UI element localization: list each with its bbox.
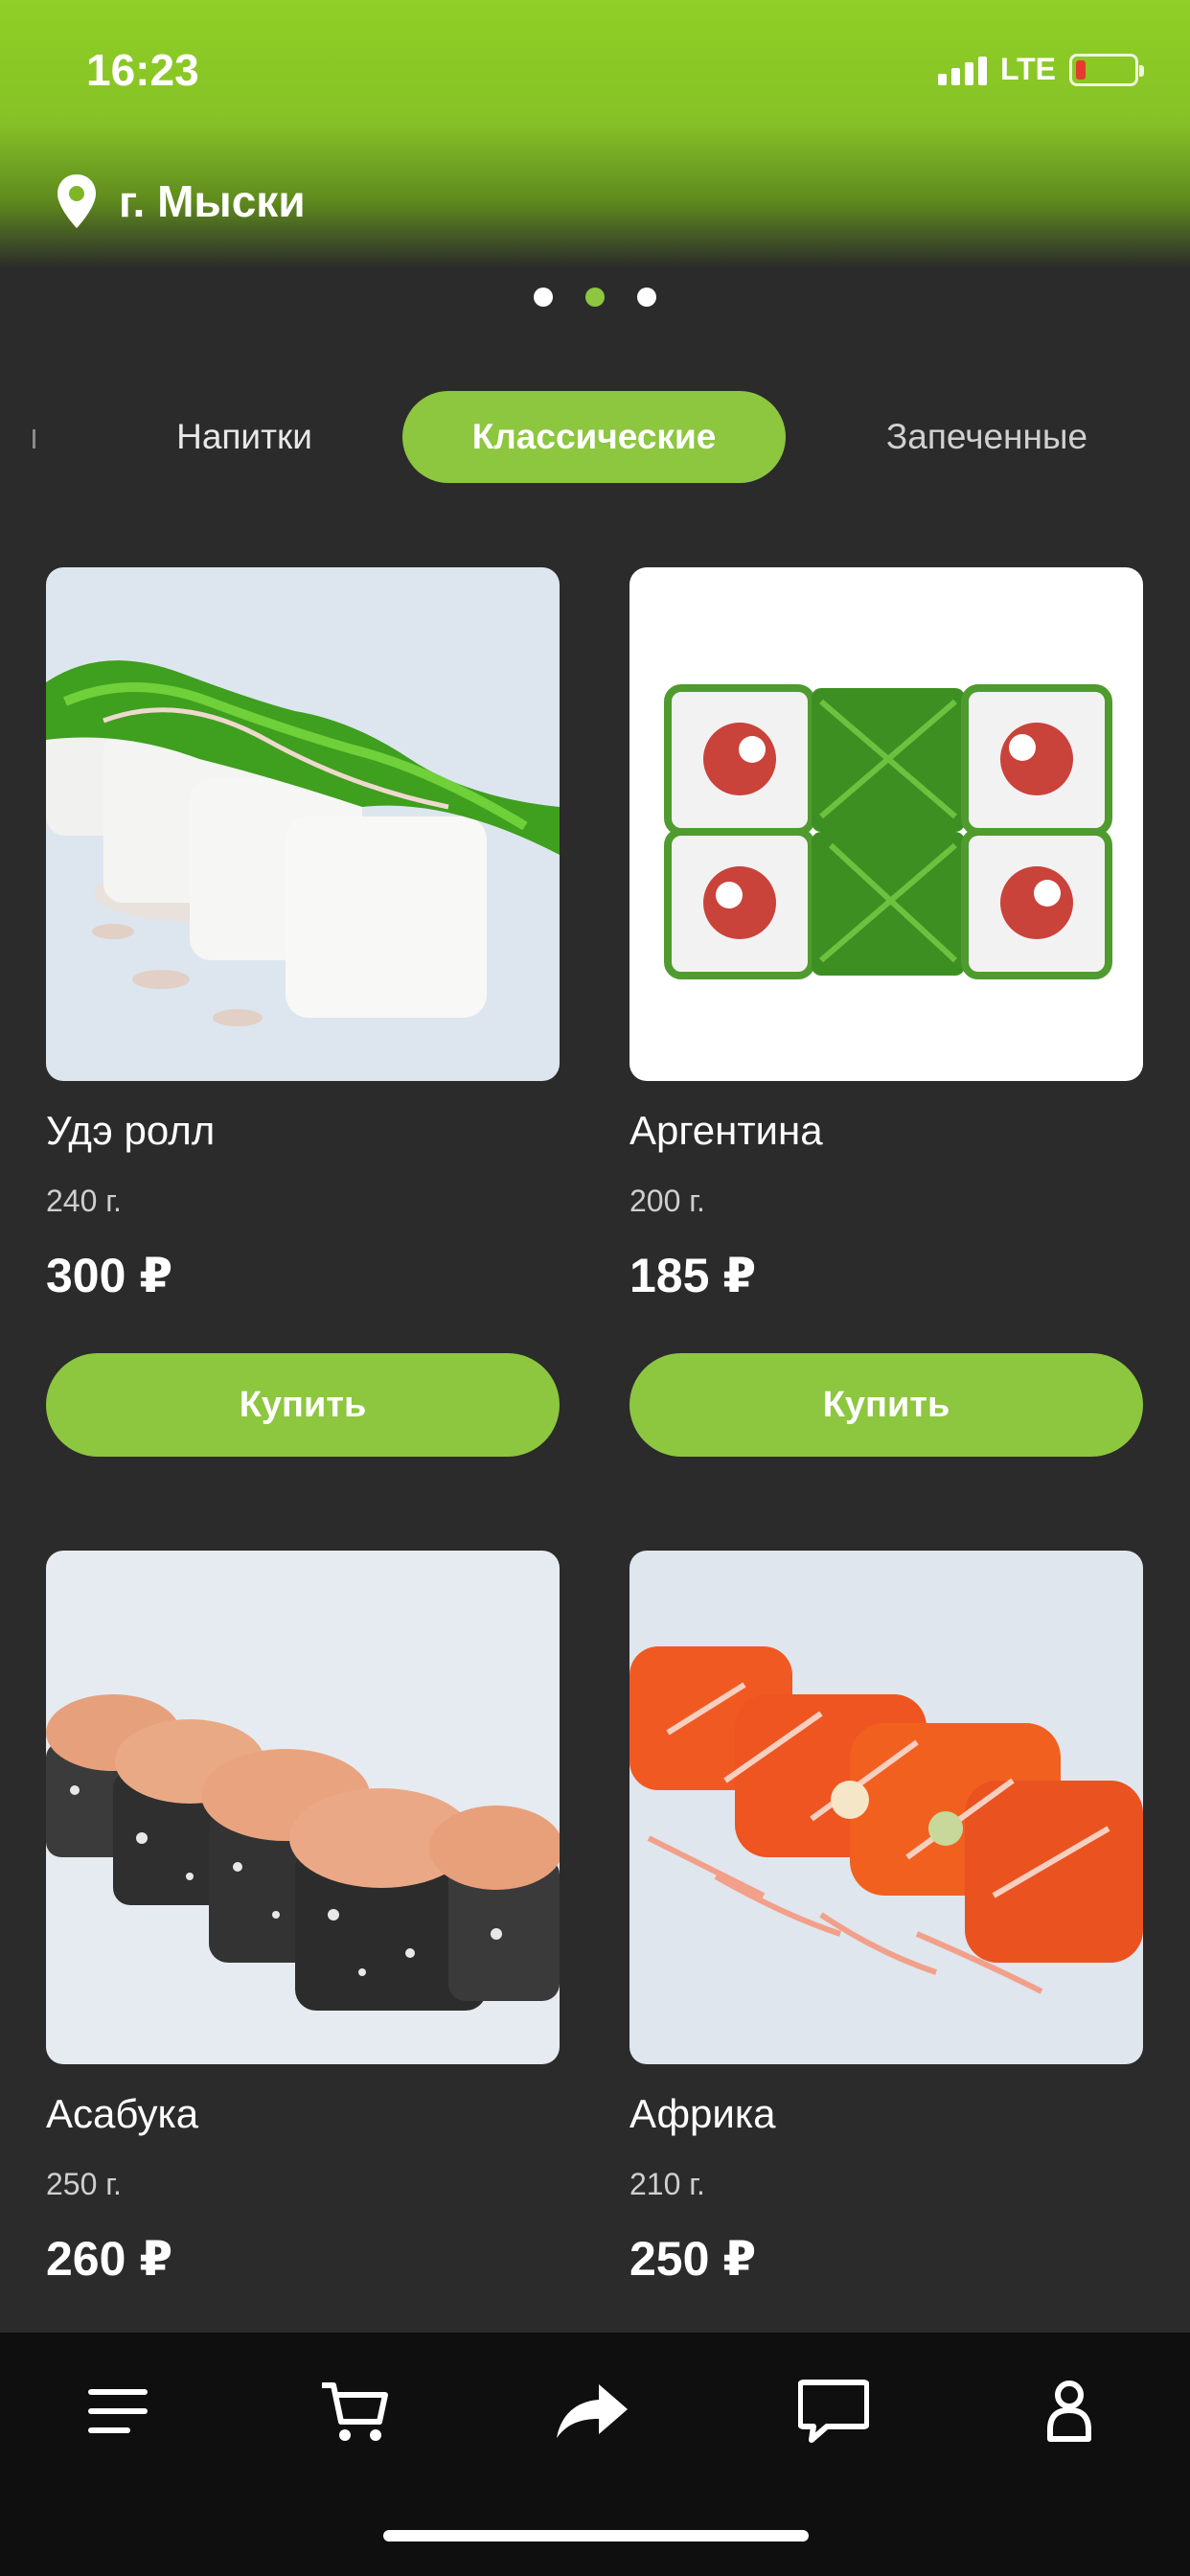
product-image[interactable] — [46, 1551, 560, 2064]
buy-button[interactable]: Купить — [629, 1353, 1143, 1457]
product-price: 250 ₽ — [629, 2232, 757, 2286]
product-card[interactable]: Аргентина 200 г. 185 ₽ Купить — [629, 567, 1143, 1457]
location-selector[interactable]: г. Мыски — [56, 172, 306, 230]
product-name: Африка — [629, 2091, 776, 2136]
product-weight: 250 г. — [46, 2167, 122, 2201]
location-pin-icon — [57, 174, 96, 228]
tab-drinks[interactable]: Напитки — [144, 391, 345, 483]
product-image[interactable] — [46, 567, 560, 1081]
product-price: 300 ₽ — [46, 1249, 173, 1302]
product-weight: 210 г. — [629, 2167, 705, 2201]
buy-button[interactable]: Купить — [46, 1353, 560, 1457]
product-name: Удэ ролл — [46, 1108, 216, 1153]
carousel-dot-active[interactable] — [585, 288, 605, 307]
home-indicator[interactable] — [383, 2530, 809, 2542]
location-label: г. Мыски — [119, 176, 306, 226]
battery-icon — [1069, 53, 1144, 86]
product-price: 185 ₽ — [629, 1249, 757, 1302]
status-indicators: LTE — [937, 52, 1144, 87]
signal-icon — [937, 55, 987, 85]
share-icon[interactable] — [554, 2373, 630, 2450]
category-tabs: Напитки Классические Запеченные — [0, 391, 1190, 483]
product-weight: 200 г. — [629, 1184, 705, 1218]
network-label: LTE — [999, 52, 1056, 86]
cart-icon[interactable] — [316, 2373, 393, 2450]
product-card[interactable]: Африка 210 г. 250 ₽ — [629, 1551, 1143, 2286]
product-name: Асабука — [46, 2091, 199, 2136]
carousel-dot[interactable] — [637, 288, 656, 307]
product-card[interactable]: Асабука 250 г. 260 ₽ — [46, 1551, 560, 2286]
tab-scroll-edge — [33, 429, 35, 448]
header: 16:23 LTE г. Мыски — [0, 0, 1190, 268]
product-name: Аргентина — [629, 1108, 823, 1153]
profile-icon[interactable] — [1031, 2373, 1108, 2450]
carousel-dot[interactable] — [534, 288, 553, 307]
tab-baked[interactable]: Запеченные — [853, 391, 1121, 483]
carousel-dots — [0, 288, 1190, 307]
product-card[interactable]: Удэ ролл 240 г. 300 ₽ Купить — [46, 567, 560, 1457]
status-time: 16:23 — [86, 45, 199, 95]
menu-icon[interactable] — [80, 2373, 157, 2450]
product-price: 260 ₽ — [46, 2232, 173, 2286]
chat-icon[interactable] — [795, 2373, 872, 2450]
product-image[interactable] — [629, 567, 1143, 1081]
tab-classic[interactable]: Классические — [402, 391, 786, 483]
product-image[interactable] — [629, 1551, 1143, 2064]
product-weight: 240 г. — [46, 1184, 122, 1218]
